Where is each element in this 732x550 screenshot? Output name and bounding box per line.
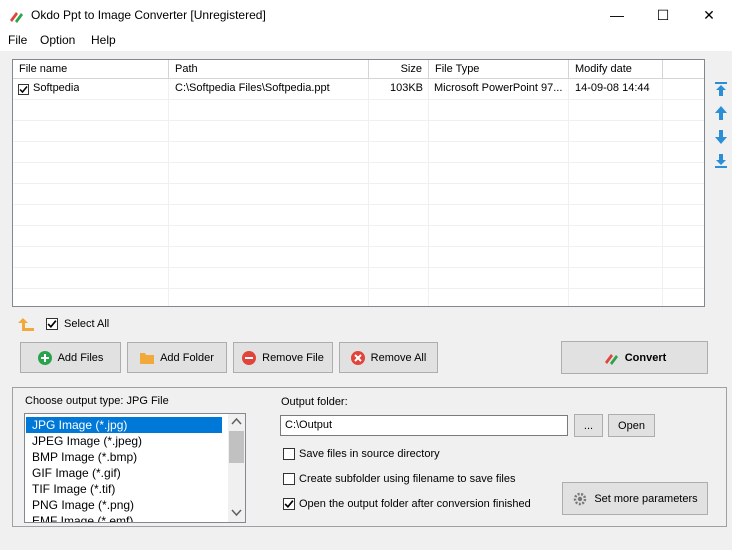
gear-icon xyxy=(574,492,587,505)
remove-all-icon xyxy=(350,350,365,365)
list-item[interactable]: BMP Image (*.bmp) xyxy=(26,449,222,465)
menu-help[interactable]: Help xyxy=(91,33,116,47)
create-subfolder-checkbox[interactable] xyxy=(283,473,295,485)
column-header-filler xyxy=(663,60,704,79)
set-more-parameters-button[interactable]: Set more parameters xyxy=(562,482,708,515)
select-all-label: Select All xyxy=(64,318,110,330)
minimize-button[interactable]: — xyxy=(594,0,640,31)
row-size: 103KB xyxy=(389,82,423,94)
table-row xyxy=(13,121,704,142)
move-up-icon[interactable] xyxy=(714,105,728,121)
list-item[interactable]: GIF Image (*.gif) xyxy=(26,465,222,481)
add-files-label: Add Files xyxy=(57,351,104,364)
output-folder-field[interactable]: C:\Output xyxy=(280,415,568,436)
table-row xyxy=(13,247,704,268)
open-folder-button[interactable]: Open xyxy=(608,414,655,437)
column-header-path[interactable]: Path xyxy=(169,60,369,79)
move-down-icon[interactable] xyxy=(714,129,728,145)
set-more-parameters-label: Set more parameters xyxy=(594,492,698,505)
row-file-type: Microsoft PowerPoint 97... xyxy=(434,82,563,94)
table-row xyxy=(13,226,704,247)
convert-label: Convert xyxy=(624,351,667,364)
row-checkbox[interactable] xyxy=(18,84,29,95)
row-file-name: Softpedia xyxy=(33,82,80,94)
move-to-bottom-icon[interactable] xyxy=(714,153,728,169)
select-all-checkbox[interactable] xyxy=(46,318,58,330)
remove-all-button[interactable]: Remove All xyxy=(339,342,438,373)
checkmark-icon xyxy=(19,86,28,94)
add-folder-label: Add Folder xyxy=(160,351,214,364)
table-row xyxy=(13,184,704,205)
menu-option[interactable]: Option xyxy=(40,33,75,47)
list-item[interactable]: EMF Image (*.emf) xyxy=(26,513,222,522)
scrollbar-thumb[interactable] xyxy=(229,431,244,463)
scroll-up-icon[interactable] xyxy=(231,417,242,425)
row-path: C:\Softpedia Files\Softpedia.ppt xyxy=(175,82,330,94)
add-files-button[interactable]: Add Files xyxy=(20,342,121,373)
file-list[interactable]: File name Path Size File Type Modify dat… xyxy=(12,59,705,307)
maximize-button[interactable]: ☐ xyxy=(640,0,686,31)
column-header-size[interactable]: Size xyxy=(369,60,429,79)
convert-button[interactable]: Convert xyxy=(561,341,708,374)
remove-file-button[interactable]: Remove File xyxy=(233,342,333,373)
up-level-icon[interactable] xyxy=(18,316,36,332)
list-item[interactable]: JPG Image (*.jpg) xyxy=(26,417,222,433)
column-header-file-name[interactable]: File name xyxy=(13,60,169,79)
convert-icon xyxy=(604,353,618,365)
remove-icon xyxy=(242,350,257,365)
output-folder-label: Output folder: xyxy=(281,396,348,408)
table-row xyxy=(13,268,704,289)
folder-icon xyxy=(140,352,155,364)
add-icon xyxy=(37,350,52,365)
table-row xyxy=(13,163,704,184)
window-title: Okdo Ppt to Image Converter [Unregistere… xyxy=(31,8,266,22)
table-row xyxy=(13,142,704,163)
table-row xyxy=(13,205,704,226)
table-row xyxy=(13,100,704,121)
checkmark-icon xyxy=(47,320,57,329)
create-subfolder-label: Create subfolder using filename to save … xyxy=(299,473,516,485)
list-item[interactable]: JPEG Image (*.jpeg) xyxy=(26,433,222,449)
move-to-top-icon[interactable] xyxy=(714,81,728,97)
app-logo-icon xyxy=(10,12,23,23)
column-header-file-type[interactable]: File Type xyxy=(429,60,569,79)
output-type-label: Choose output type: JPG File xyxy=(25,395,169,407)
checkmark-icon xyxy=(284,500,294,509)
open-after-label: Open the output folder after conversion … xyxy=(299,498,531,510)
menu-file[interactable]: File xyxy=(8,33,27,47)
close-button[interactable]: ✕ xyxy=(686,0,732,31)
table-row xyxy=(13,289,704,306)
list-item[interactable]: PNG Image (*.png) xyxy=(26,497,222,513)
remove-file-label: Remove File xyxy=(262,351,324,364)
add-folder-button[interactable]: Add Folder xyxy=(127,342,227,373)
column-header-modify-date[interactable]: Modify date xyxy=(569,60,663,79)
save-in-source-checkbox[interactable] xyxy=(283,448,295,460)
browse-button[interactable]: ... xyxy=(574,414,603,437)
save-in-source-label: Save files in source directory xyxy=(299,448,440,460)
scroll-down-icon[interactable] xyxy=(231,509,242,517)
output-type-listbox[interactable]: JPG Image (*.jpg) JPEG Image (*.jpeg) BM… xyxy=(24,413,246,523)
list-item[interactable]: TIF Image (*.tif) xyxy=(26,481,222,497)
row-modify-date: 14-09-08 14:44 xyxy=(575,82,650,94)
remove-all-label: Remove All xyxy=(370,351,427,364)
open-after-checkbox[interactable] xyxy=(283,498,295,510)
